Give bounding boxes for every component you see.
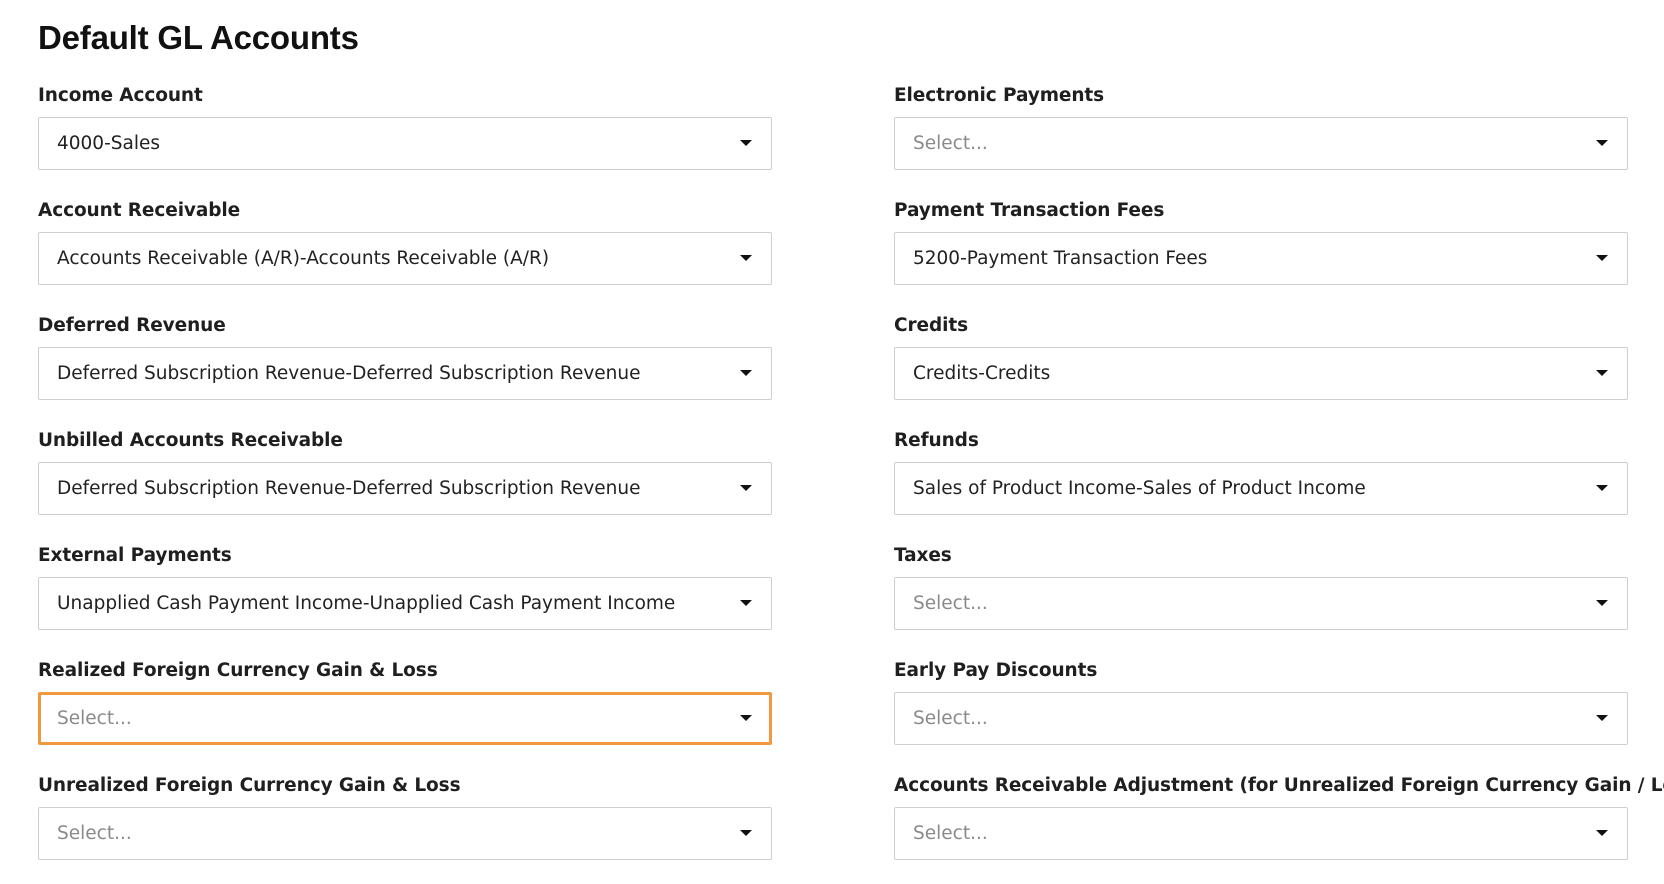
chevron-down-icon[interactable] <box>740 140 752 146</box>
refunds-label: Refunds <box>894 430 979 451</box>
credits-field: Credits Credits-Credits <box>894 309 1628 424</box>
chevron-down-icon[interactable] <box>1596 140 1608 146</box>
unbilled-accounts-receivable-value: Deferred Subscription Revenue-Deferred S… <box>57 478 641 499</box>
income-account-label: Income Account <box>38 85 203 106</box>
early-pay-discounts-placeholder: Select... <box>913 708 988 729</box>
chevron-down-icon[interactable] <box>740 255 752 261</box>
account-receivable-field: Account Receivable Accounts Receivable (… <box>38 194 772 309</box>
electronic-payments-label: Electronic Payments <box>894 85 1105 106</box>
chevron-down-icon[interactable] <box>1596 255 1608 261</box>
deferred-revenue-field: Deferred Revenue Deferred Subscription R… <box>38 309 772 424</box>
realized-fx-gain-loss-label: Realized Foreign Currency Gain & Loss <box>38 660 438 681</box>
unbilled-accounts-receivable-field: Unbilled Accounts Receivable Deferred Su… <box>38 424 772 539</box>
credits-value: Credits-Credits <box>913 363 1051 384</box>
realized-fx-gain-loss-placeholder: Select... <box>57 708 132 729</box>
account-receivable-label: Account Receivable <box>38 200 241 221</box>
gl-accounts-form: Income Account 4000-Sales Electronic Pay… <box>38 79 1664 884</box>
payment-transaction-fees-select[interactable]: 5200-Payment Transaction Fees <box>894 232 1628 285</box>
taxes-select[interactable]: Select... <box>894 577 1628 630</box>
early-pay-discounts-label: Early Pay Discounts <box>894 660 1098 681</box>
deferred-revenue-select[interactable]: Deferred Subscription Revenue-Deferred S… <box>38 347 772 400</box>
deferred-revenue-label: Deferred Revenue <box>38 315 226 336</box>
credits-label: Credits <box>894 315 968 336</box>
realized-fx-gain-loss-select[interactable]: Select... <box>38 692 772 745</box>
page-title: Default GL Accounts <box>38 19 359 56</box>
unrealized-fx-gain-loss-field: Unrealized Foreign Currency Gain & Loss … <box>38 769 772 884</box>
account-receivable-select[interactable]: Accounts Receivable (A/R)-Accounts Recei… <box>38 232 772 285</box>
income-account-field: Income Account 4000-Sales <box>38 79 772 194</box>
ar-adjustment-field: Accounts Receivable Adjustment (for Unre… <box>894 769 1664 884</box>
taxes-label: Taxes <box>894 545 952 566</box>
payment-transaction-fees-field: Payment Transaction Fees 5200-Payment Tr… <box>894 194 1628 309</box>
external-payments-label: External Payments <box>38 545 232 566</box>
early-pay-discounts-select[interactable]: Select... <box>894 692 1628 745</box>
income-account-value: 4000-Sales <box>57 133 160 154</box>
unrealized-fx-gain-loss-placeholder: Select... <box>57 823 132 844</box>
income-account-select[interactable]: 4000-Sales <box>38 117 772 170</box>
account-receivable-value: Accounts Receivable (A/R)-Accounts Recei… <box>57 248 550 269</box>
unrealized-fx-gain-loss-select[interactable]: Select... <box>38 807 772 860</box>
electronic-payments-placeholder: Select... <box>913 133 988 154</box>
early-pay-discounts-field: Early Pay Discounts Select... <box>894 654 1628 769</box>
external-payments-value: Unapplied Cash Payment Income-Unapplied … <box>57 593 676 614</box>
ar-adjustment-placeholder: Select... <box>913 823 988 844</box>
realized-fx-gain-loss-field: Realized Foreign Currency Gain & Loss Se… <box>38 654 772 769</box>
refunds-value: Sales of Product Income-Sales of Product… <box>913 478 1366 499</box>
electronic-payments-select[interactable]: Select... <box>894 117 1628 170</box>
credits-select[interactable]: Credits-Credits <box>894 347 1628 400</box>
external-payments-select[interactable]: Unapplied Cash Payment Income-Unapplied … <box>38 577 772 630</box>
chevron-down-icon[interactable] <box>740 830 752 836</box>
chevron-down-icon[interactable] <box>1596 830 1608 836</box>
ar-adjustment-select[interactable]: Select... <box>894 807 1628 860</box>
unbilled-accounts-receivable-select[interactable]: Deferred Subscription Revenue-Deferred S… <box>38 462 772 515</box>
chevron-down-icon[interactable] <box>1596 715 1608 721</box>
taxes-placeholder: Select... <box>913 593 988 614</box>
chevron-down-icon[interactable] <box>1596 600 1608 606</box>
chevron-down-icon[interactable] <box>740 715 752 721</box>
deferred-revenue-value: Deferred Subscription Revenue-Deferred S… <box>57 363 641 384</box>
ar-adjustment-label: Accounts Receivable Adjustment (for Unre… <box>894 775 1664 796</box>
payment-transaction-fees-value: 5200-Payment Transaction Fees <box>913 248 1208 269</box>
external-payments-field: External Payments Unapplied Cash Payment… <box>38 539 772 654</box>
taxes-field: Taxes Select... <box>894 539 1628 654</box>
refunds-select[interactable]: Sales of Product Income-Sales of Product… <box>894 462 1628 515</box>
chevron-down-icon[interactable] <box>740 485 752 491</box>
unrealized-fx-gain-loss-label: Unrealized Foreign Currency Gain & Loss <box>38 775 461 796</box>
electronic-payments-field: Electronic Payments Select... <box>894 79 1628 194</box>
payment-transaction-fees-label: Payment Transaction Fees <box>894 200 1165 221</box>
chevron-down-icon[interactable] <box>1596 370 1608 376</box>
chevron-down-icon[interactable] <box>1596 485 1608 491</box>
refunds-field: Refunds Sales of Product Income-Sales of… <box>894 424 1628 539</box>
chevron-down-icon[interactable] <box>740 370 752 376</box>
chevron-down-icon[interactable] <box>740 600 752 606</box>
unbilled-accounts-receivable-label: Unbilled Accounts Receivable <box>38 430 343 451</box>
